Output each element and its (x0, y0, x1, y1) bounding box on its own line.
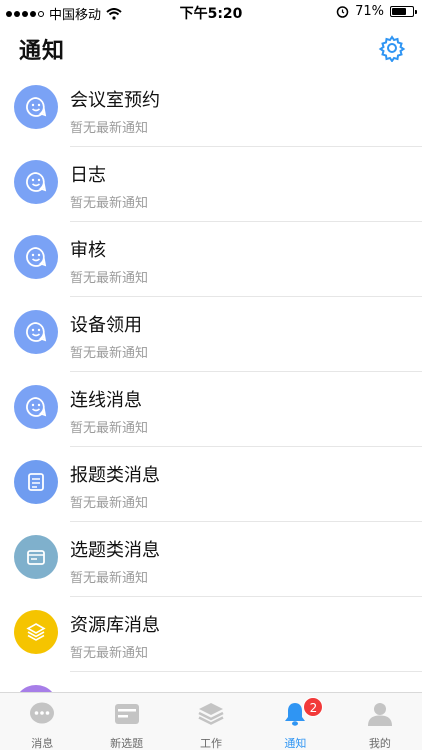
smile-icon (14, 160, 58, 204)
notification-item[interactable]: 审核 暂无最新通知 (0, 222, 422, 297)
notification-item[interactable]: 会议室预约 暂无最新通知 (0, 72, 422, 147)
tab-label: 新选题 (110, 737, 144, 750)
chat-bubble-icon (28, 701, 56, 731)
notification-list: 会议室预约 暂无最新通知 日志 暂无最新通知 审核 暂无最新通知 设备领用 暂无… (0, 72, 422, 692)
tab-chat-bubble[interactable]: 消息 (0, 693, 84, 750)
notification-subtitle: 暂无最新通知 (70, 421, 149, 436)
notification-subtitle: 暂无最新通知 (70, 196, 149, 211)
tab-label: 工作 (200, 737, 223, 750)
battery-percent: 71% (355, 4, 384, 19)
status-right: 71% (336, 4, 417, 19)
smile-icon (14, 310, 58, 354)
notification-item[interactable]: 选题类消息 暂无最新通知 (0, 522, 422, 597)
tab-label: 消息 (31, 737, 54, 750)
status-bar: 中国移动 下午5:20 71% (0, 0, 422, 24)
tab-card[interactable]: 新选题 (84, 693, 168, 750)
smile-icon (14, 235, 58, 279)
notification-title: 日志 (70, 165, 106, 186)
notification-title: 选题类消息 (70, 540, 160, 561)
notification-title: 报题类消息 (70, 465, 160, 486)
notification-title: 资源库消息 (70, 615, 160, 636)
alarm-icon (336, 6, 349, 18)
page-title: 通知 (19, 39, 66, 64)
notification-item[interactable]: 设备领用 暂无最新通知 (0, 297, 422, 372)
notification-subtitle: 暂无最新通知 (70, 271, 149, 286)
notification-item[interactable] (0, 672, 422, 692)
tab-label: 我的 (368, 737, 391, 750)
layers-icon (14, 610, 58, 654)
header: 通知 (0, 24, 422, 72)
notification-subtitle: 暂无最新通知 (70, 571, 149, 586)
smile-icon (14, 385, 58, 429)
notification-item[interactable]: 资源库消息 暂无最新通知 (0, 597, 422, 672)
notification-title: 设备领用 (70, 315, 142, 336)
gear-icon[interactable] (378, 34, 406, 62)
card-icon (113, 701, 141, 731)
checklist-icon (14, 460, 58, 504)
notification-badge: 2 (303, 697, 324, 717)
notification-item[interactable]: 日志 暂无最新通知 (0, 147, 422, 222)
tab-layers[interactable]: 工作 (169, 693, 253, 750)
smile-icon (14, 85, 58, 129)
notification-item[interactable]: 报题类消息 暂无最新通知 (0, 447, 422, 522)
tab-person[interactable]: 我的 (338, 693, 422, 750)
card-icon (14, 535, 58, 579)
tab-label: 通知 (284, 737, 307, 750)
tab-bell[interactable]: 通知 2 (253, 693, 337, 750)
notification-title: 审核 (70, 240, 106, 261)
notification-title: 会议室预约 (70, 90, 160, 111)
person-icon (366, 701, 394, 731)
partial-icon (14, 685, 58, 692)
notification-subtitle: 暂无最新通知 (70, 646, 149, 661)
notification-subtitle: 暂无最新通知 (70, 121, 149, 136)
notification-item[interactable]: 连线消息 暂无最新通知 (0, 372, 422, 447)
layers-icon (197, 701, 225, 731)
battery-icon (390, 6, 417, 17)
notification-title: 连线消息 (70, 390, 142, 411)
notification-subtitle: 暂无最新通知 (70, 496, 149, 511)
tab-bar: 消息 新选题 工作 通知 2 我的 (0, 692, 422, 750)
notification-subtitle: 暂无最新通知 (70, 346, 149, 361)
